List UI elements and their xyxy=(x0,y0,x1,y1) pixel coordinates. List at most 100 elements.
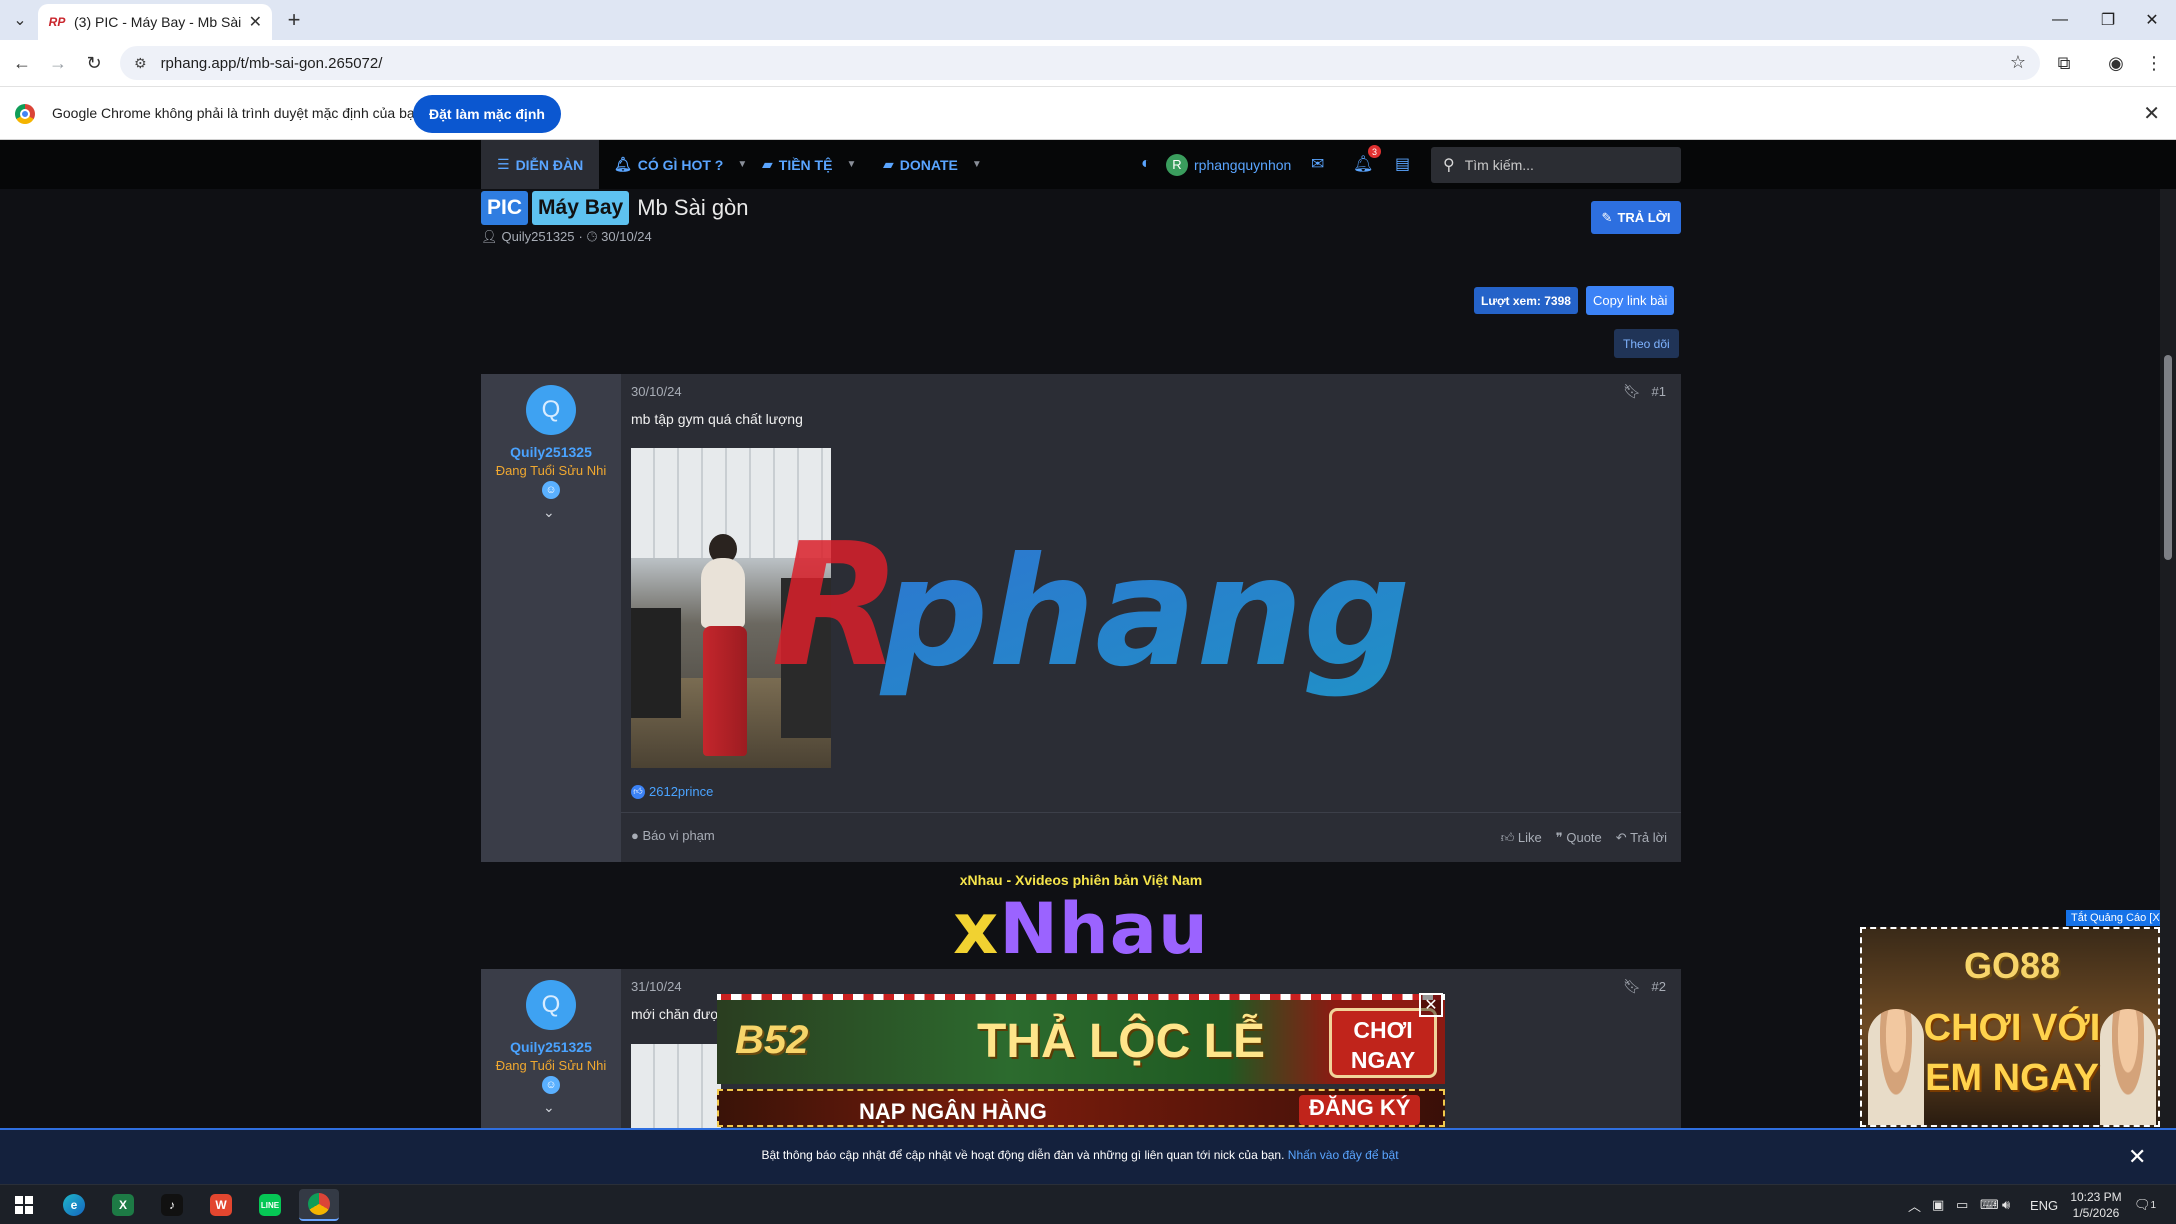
site-info-icon[interactable]: ⚙ xyxy=(134,55,147,72)
back-icon[interactable]: ← xyxy=(8,49,36,77)
taskbar-excel[interactable]: X xyxy=(103,1189,143,1221)
folder-icon: ▰ xyxy=(762,156,773,172)
avatar[interactable]: Q xyxy=(526,980,576,1030)
reload-icon[interactable]: ↻ xyxy=(80,49,108,77)
bookmark-icon[interactable]: 🔖︎ xyxy=(1623,383,1641,400)
nav-tab-donate[interactable]: ▰ DONATE ▼ xyxy=(883,140,982,189)
nav-tab-hot[interactable]: 🔔︎ CÓ GÌ HOT ? ▼ xyxy=(614,140,747,189)
chevron-down-icon[interactable]: ▼ xyxy=(972,159,982,170)
rphang-watermark-logo: R phang xyxy=(771,514,1411,704)
prefix-label-pic[interactable]: PIC xyxy=(481,191,529,225)
tab-close-icon[interactable]: ✕ xyxy=(249,12,262,32)
network-icon[interactable]: ⌨ xyxy=(1980,1185,1999,1224)
report-link[interactable]: ● Báo vi phạm xyxy=(631,828,715,843)
taskbar-tiktok[interactable]: ♪ xyxy=(152,1189,192,1221)
infobar-close-icon[interactable]: ✕ xyxy=(2143,101,2160,126)
forward-icon[interactable]: → xyxy=(44,49,72,77)
prefix-label-maybay[interactable]: Máy Bay xyxy=(532,191,630,225)
reaction-summary[interactable]: 👍︎ 2612prince xyxy=(631,784,713,799)
tray-monitor-icon[interactable]: ▭ xyxy=(1956,1185,1968,1224)
post-date[interactable]: 31/10/24 xyxy=(631,979,682,994)
volume-icon[interactable]: 🔊︎ xyxy=(2002,1185,2010,1224)
reply-link[interactable]: ↶ Trả lời xyxy=(1616,830,1667,846)
default-browser-infobar: Google Chrome không phải là trình duyệt … xyxy=(0,86,2176,140)
language-indicator[interactable]: ENG xyxy=(2030,1185,2058,1224)
chevron-down-icon[interactable]: ▼ xyxy=(846,159,856,170)
user-avatar: R xyxy=(1166,153,1188,176)
nav-tab-forum[interactable]: ☰ DIỄN ĐÀN xyxy=(481,140,600,189)
new-tab-icon[interactable]: + xyxy=(280,6,308,34)
post-image[interactable] xyxy=(631,1044,721,1134)
bank-ad-banner[interactable]: NẠP NGÂN HÀNG ĐĂNG KÝ xyxy=(717,1089,1445,1127)
page-scrollbar[interactable] xyxy=(2160,189,2176,1184)
tray-app-icon[interactable]: ▣ xyxy=(1932,1185,1944,1224)
notification-close-icon[interactable]: ✕ xyxy=(2128,1144,2146,1170)
like-button[interactable]: 👍︎ Like xyxy=(1501,830,1542,846)
url-text[interactable]: rphang.app/t/mb-sai-gon.265072/ xyxy=(161,55,383,72)
chevron-down-icon[interactable]: ⌄ xyxy=(543,1099,555,1116)
thread-title-text: Mb Sài gòn xyxy=(637,195,749,220)
bookmark-star-icon[interactable]: ☆ xyxy=(2010,52,2026,73)
post-username[interactable]: Quily251325 xyxy=(481,444,621,460)
chrome-menu-icon[interactable]: ⋮ xyxy=(2140,49,2168,77)
set-default-button[interactable]: Đặt làm mặc định xyxy=(413,95,561,133)
chevron-down-icon[interactable]: ▼ xyxy=(737,159,747,170)
chevron-down-icon[interactable]: ⌄ xyxy=(543,504,555,521)
window-close-icon[interactable]: ✕ xyxy=(2128,0,2176,40)
nav-user-link[interactable]: R rphangquynhon xyxy=(1166,140,1291,189)
xnhau-logo: xNhau xyxy=(953,888,1209,970)
tray-overflow-icon[interactable]: ︿ xyxy=(1908,1185,1921,1224)
post-user-pane: Q Quily251325 Đang Tuổi Sửu Nhi ☺ ⌄ xyxy=(481,374,621,862)
post-number[interactable]: #1 xyxy=(1652,384,1666,399)
xnhau-banner[interactable]: xNhau - Xvideos phiên bản Việt Nam xNhau xyxy=(481,862,1681,970)
restore-icon[interactable]: ❐ xyxy=(2084,0,2132,40)
go88-ad-banner[interactable]: GO88 CHƠI VỚI EM NGAY xyxy=(1860,927,2160,1127)
search-input[interactable] xyxy=(1464,157,1655,173)
site-navigation: ☰ DIỄN ĐÀN 🔔︎ CÓ GÌ HOT ? ▼ ▰ TIỀN TỆ ▼ … xyxy=(0,140,2176,189)
line-icon: LINE xyxy=(259,1194,281,1216)
excel-icon: X xyxy=(112,1194,134,1216)
start-button[interactable] xyxy=(4,1189,44,1221)
avatar[interactable]: Q xyxy=(526,385,576,435)
post-number[interactable]: #2 xyxy=(1652,979,1666,994)
quote-button[interactable]: ❞ Quote xyxy=(1556,830,1602,846)
hide-ads-button[interactable]: Tắt Quảng Cáo [X] xyxy=(2066,910,2168,926)
copy-link-button[interactable]: Copy link bài xyxy=(1586,286,1675,315)
reply-button[interactable]: ✎ TRẢ LỜI xyxy=(1591,201,1681,234)
b52-ad-banner[interactable]: B52 THẢ LỘC LỄ CHƠI NGAY xyxy=(717,994,1445,1084)
minimize-icon[interactable]: — xyxy=(2036,0,2084,40)
search-box[interactable]: ⚲ xyxy=(1431,147,1681,183)
tab-search-icon[interactable]: ⌄ xyxy=(6,6,34,34)
b52-play-now-button[interactable]: CHƠI NGAY xyxy=(1329,1008,1437,1078)
theme-toggle-icon[interactable]: ◐ xyxy=(1141,155,1151,173)
taskbar-line[interactable]: LINE xyxy=(250,1189,290,1221)
bookmark-icon[interactable]: 🔖︎ xyxy=(1623,978,1641,995)
scrollbar-thumb[interactable] xyxy=(2164,355,2172,560)
thread-title: PIC Máy Bay Mb Sài gòn xyxy=(481,191,749,225)
reaction-user[interactable]: 2612prince xyxy=(649,784,713,799)
notification-center-icon[interactable]: 🗨︎ 1 xyxy=(2134,1185,2156,1224)
bell-icon: 🔔︎ xyxy=(614,156,632,172)
post-username[interactable]: Quily251325 xyxy=(481,1039,621,1055)
extensions-icon[interactable]: ⧉ xyxy=(2050,49,2078,77)
profile-icon[interactable]: ◉ xyxy=(2102,49,2130,77)
enable-notifications-link[interactable]: Nhấn vào đây để bật xyxy=(1288,1148,1399,1162)
taskbar-edge[interactable]: e xyxy=(54,1189,94,1221)
inbox-envelope-icon[interactable]: ✉ xyxy=(1311,154,1324,174)
taskbar-chrome[interactable] xyxy=(299,1189,339,1221)
views-button[interactable]: Lượt xem: 7398 xyxy=(1474,287,1578,314)
post-date[interactable]: 30/10/24 xyxy=(631,384,682,399)
ad-close-icon[interactable]: ✕ xyxy=(1419,993,1443,1017)
post-1: Q Quily251325 Đang Tuổi Sửu Nhi ☺ ⌄ 30/1… xyxy=(481,374,1681,862)
browser-tab-active[interactable]: RP (3) PIC - Máy Bay - Mb Sài gòn ✕ xyxy=(38,4,272,40)
follow-button[interactable]: Theo dõi xyxy=(1614,329,1679,358)
wallet-icon[interactable]: ▤ xyxy=(1395,154,1410,174)
forum-icon: ☰ xyxy=(497,156,510,172)
alerts-count-badge: 3 xyxy=(1368,145,1381,158)
nav-tab-currency[interactable]: ▰ TIỀN TỆ ▼ xyxy=(762,140,856,189)
clock[interactable]: 10:23 PM 1/5/2026 xyxy=(2056,1189,2136,1221)
taskbar-wps[interactable]: W xyxy=(201,1189,241,1221)
address-bar[interactable]: ⚙ rphang.app/t/mb-sai-gon.265072/ ☆ xyxy=(120,46,2040,80)
thread-author[interactable]: Quily251325 xyxy=(502,229,575,245)
bank-register-button[interactable]: ĐĂNG KÝ xyxy=(1299,1095,1421,1125)
